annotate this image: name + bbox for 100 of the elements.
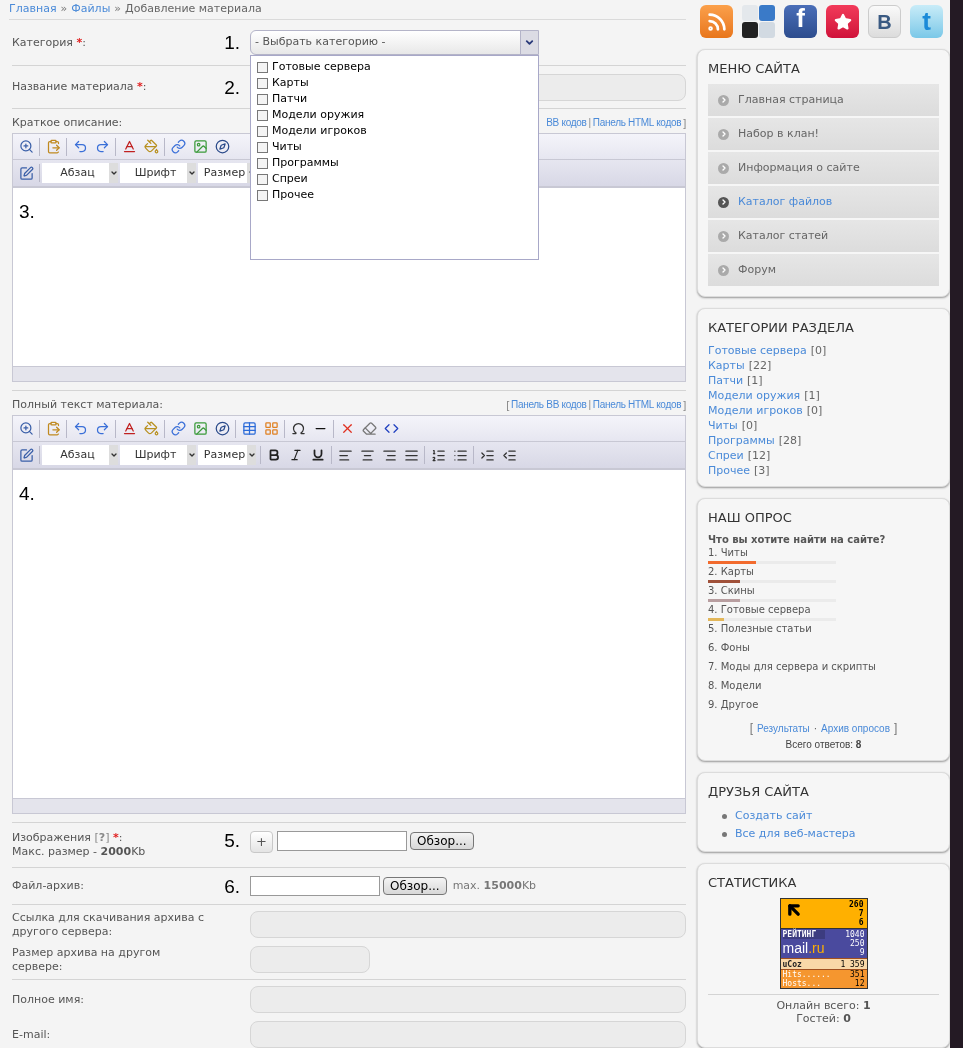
bracket: ] bbox=[893, 720, 898, 737]
bullet-icon bbox=[718, 128, 729, 140]
category-link[interactable]: Спреи bbox=[708, 448, 744, 463]
option-label[interactable]: Читы bbox=[272, 138, 302, 156]
poll-answer: 3. Скины bbox=[708, 584, 756, 598]
friend-link[interactable]: Создать сайт bbox=[735, 807, 813, 825]
bracket: [ bbox=[749, 720, 754, 737]
option-label[interactable]: Карты bbox=[272, 74, 309, 92]
counter-value: 1040 bbox=[845, 930, 865, 939]
online-count: Гостей: 0 bbox=[796, 1012, 851, 1025]
vk-icon[interactable]: B bbox=[868, 5, 901, 38]
category-link[interactable]: Прочее bbox=[708, 463, 751, 478]
menu-item[interactable]: Каталог файлов bbox=[708, 186, 939, 220]
category-link[interactable]: Готовые сервера bbox=[708, 343, 807, 358]
step-number: 3. bbox=[19, 201, 35, 222]
text-field[interactable] bbox=[250, 911, 686, 938]
label-colon: : bbox=[118, 831, 123, 844]
toolbar-dropdown[interactable]: Абзац bbox=[42, 445, 118, 465]
option-label[interactable]: Модели игроков bbox=[272, 122, 367, 140]
size-note: Макс. размер - 2000Kb bbox=[12, 845, 146, 858]
browse-button[interactable]: Обзор... bbox=[410, 832, 474, 850]
menu-item[interactable]: Главная страница bbox=[708, 84, 939, 118]
option-label[interactable]: Прочее bbox=[272, 186, 315, 204]
toolbar-dropdown[interactable]: Размер bbox=[198, 445, 256, 465]
rss-icon[interactable] bbox=[700, 5, 733, 38]
breadcrumb-separator: » bbox=[114, 1, 122, 18]
toolbar-dropdown[interactable]: Абзац bbox=[42, 163, 118, 183]
online-count: Онлайн всего: 1 bbox=[776, 999, 871, 1012]
option-label[interactable]: Программы bbox=[272, 154, 339, 172]
step-number: 1. bbox=[224, 33, 240, 52]
add-button[interactable]: + bbox=[250, 831, 273, 853]
checkbox[interactable] bbox=[257, 93, 268, 105]
category-link[interactable]: Карты bbox=[708, 358, 745, 373]
checkbox[interactable] bbox=[257, 141, 268, 153]
checkbox[interactable] bbox=[257, 77, 268, 89]
counter-value: 6 bbox=[858, 918, 864, 927]
option-label[interactable]: Модели оружия bbox=[272, 106, 365, 124]
label-colon: : bbox=[82, 35, 86, 49]
counter-logo: uCoz bbox=[782, 959, 802, 969]
text-field[interactable] bbox=[250, 946, 370, 973]
panel-link[interactable]: Панель HTML кодов bbox=[592, 115, 682, 131]
option-label[interactable]: Готовые сервера bbox=[272, 58, 371, 76]
category-link[interactable]: Патчи bbox=[708, 373, 744, 388]
field-label: E-mail: bbox=[12, 1027, 51, 1041]
breadcrumb-link[interactable]: Файлы bbox=[71, 1, 111, 18]
breadcrumb-link[interactable]: Главная bbox=[9, 1, 57, 18]
checkbox[interactable] bbox=[257, 189, 268, 201]
field-label: Краткое описание: bbox=[12, 114, 123, 131]
menu-item[interactable]: Набор в клан! bbox=[708, 118, 939, 152]
panel-link[interactable]: Панель HTML кодов bbox=[592, 397, 682, 413]
friend-link[interactable]: Все для веб-мастера bbox=[735, 825, 856, 843]
toolbar-dropdown[interactable]: Шрифт bbox=[120, 445, 196, 465]
poll-answer: 2. Карты bbox=[708, 565, 755, 579]
counter-logo: mail.ru bbox=[782, 939, 825, 957]
poll-link[interactable]: Результаты bbox=[757, 720, 810, 736]
field-label: Ссылка для скачивания архива с другого сервера: bbox=[12, 910, 204, 938]
text-field[interactable] bbox=[250, 986, 686, 1013]
checkbox[interactable] bbox=[257, 125, 268, 137]
file-input[interactable] bbox=[277, 831, 407, 851]
text-editor-area[interactable]: 4. bbox=[12, 469, 686, 799]
category-link[interactable]: Модели игроков bbox=[708, 403, 803, 418]
menu-item[interactable]: Информация о сайте bbox=[708, 152, 939, 186]
counter-value: 7 bbox=[858, 909, 864, 918]
field-label: Полное имя: bbox=[12, 992, 84, 1006]
category-select[interactable]: - Выбрать категорию - bbox=[250, 30, 539, 55]
help-link[interactable]: [?] bbox=[94, 831, 110, 844]
facebook-icon[interactable]: f bbox=[784, 5, 817, 38]
browse-button[interactable]: Обзор... bbox=[383, 877, 447, 895]
twitter-icon[interactable]: t bbox=[910, 5, 943, 38]
toolbar-dropdown[interactable]: Шрифт bbox=[120, 163, 196, 183]
poll-answer: 4. Готовые сервера bbox=[708, 603, 812, 617]
menu-item[interactable]: Форум bbox=[708, 254, 939, 288]
checkbox[interactable] bbox=[257, 109, 268, 121]
bullet-icon bbox=[718, 264, 729, 276]
category-link[interactable]: Модели оружия bbox=[708, 388, 801, 403]
file-input[interactable] bbox=[250, 876, 380, 896]
category-link[interactable]: Читы bbox=[708, 418, 738, 433]
poll-link[interactable]: Архив опросов bbox=[821, 720, 890, 736]
option-label[interactable]: Патчи bbox=[272, 90, 308, 108]
checkbox[interactable] bbox=[257, 173, 268, 185]
panel-link[interactable]: Панель BB кодов bbox=[511, 397, 587, 413]
counter-label: РЕЙТИНГ bbox=[782, 930, 825, 939]
breadcrumb-separator: » bbox=[60, 1, 68, 18]
breadcrumb-current: Добавление материала bbox=[125, 1, 262, 18]
text-field[interactable] bbox=[250, 1021, 686, 1048]
checkbox[interactable] bbox=[257, 61, 268, 73]
option-label[interactable]: Спреи bbox=[272, 170, 308, 188]
step-number: 6. bbox=[224, 876, 240, 896]
panel-link[interactable]: BB кодов bbox=[546, 115, 587, 131]
block-title: СТАТИСТИКА bbox=[708, 875, 797, 890]
menu-item[interactable]: Каталог статей bbox=[708, 220, 939, 254]
counter-value: 9 bbox=[859, 948, 865, 957]
category-link[interactable]: Программы bbox=[708, 433, 775, 448]
label-colon: : bbox=[142, 80, 147, 93]
squares-icon[interactable] bbox=[742, 5, 775, 38]
bracket: ] bbox=[683, 397, 686, 413]
poll-answer: 5. Полезные статьи bbox=[708, 622, 813, 636]
visitor-counter[interactable]: 260 7 6 РЕЙТИНГ mail.ru 1040 250 9 uCoz 1 359 Hits...... 351 Hosts... 12 bbox=[779, 898, 868, 989]
category-count: [0] bbox=[806, 403, 823, 418]
checkbox[interactable] bbox=[257, 157, 268, 169]
